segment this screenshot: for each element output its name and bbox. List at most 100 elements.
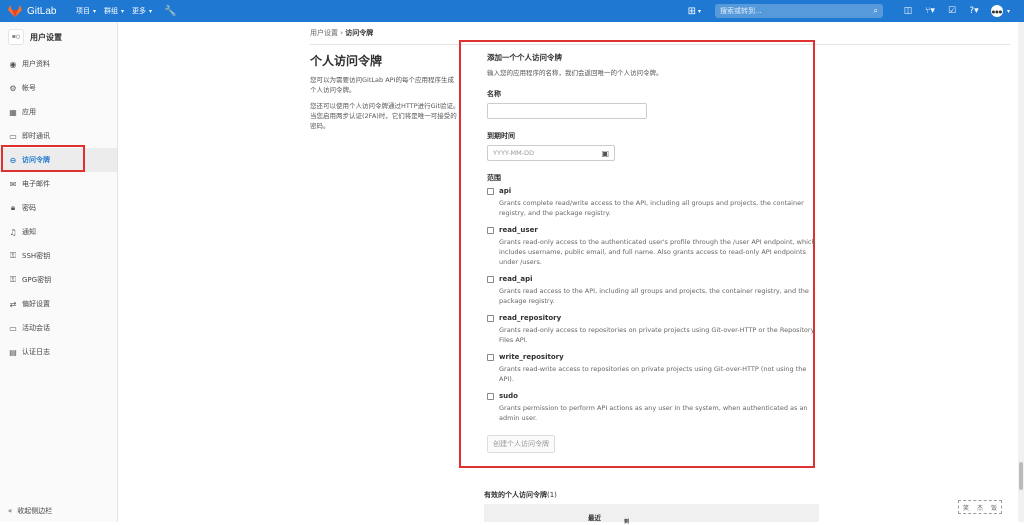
- scopes-label: 范围: [487, 173, 787, 183]
- scope-description: Grants read-only access to the authentic…: [499, 237, 821, 267]
- token-form: 添加一个个人访问令牌 输入您的应用程序的名称，我们会返回唯一的个人访问令牌。 名…: [459, 40, 815, 468]
- chevron-down-icon[interactable]: ▾: [1007, 8, 1010, 15]
- sidebar-item-label: GPG密钥: [22, 275, 51, 285]
- sidebar-item-label: 偏好设置: [22, 299, 50, 309]
- sidebar-item-label: 密码: [22, 203, 36, 213]
- email-icon: ✉: [8, 180, 18, 189]
- expiry-date-input[interactable]: YYYY-MM-DD ▣: [487, 145, 615, 161]
- scope-description: Grants read access to the API, including…: [499, 286, 821, 306]
- sidebar-item-active-sessions[interactable]: ▭ 活动会话: [0, 316, 117, 340]
- search-box[interactable]: ⌕: [715, 4, 883, 18]
- watermark-stamp: 笑 杰 饭: [958, 500, 1002, 514]
- help-icon[interactable]: ?▾: [963, 6, 985, 16]
- sidebar-item-applications[interactable]: ▦应用: [0, 100, 117, 124]
- sidebar-header[interactable]: ≡○ 用户设置: [0, 22, 117, 52]
- plus-icon: ⊞: [688, 6, 696, 17]
- scope-api: api Grants complete read/write access to…: [487, 187, 787, 218]
- calendar-icon[interactable]: ▣: [601, 149, 609, 158]
- scope-read-repository: read_repository Grants read-only access …: [487, 314, 787, 345]
- double-chevron-left-icon: «: [8, 507, 12, 515]
- nav-label: 群组: [104, 6, 118, 16]
- create-token-button[interactable]: 创建个人访问令牌: [487, 435, 555, 453]
- tokens-table-header: 最近 到: [484, 504, 819, 522]
- top-navbar: GitLab 项目▾ 群组▾ 更多▾ 🔧 ⊞▾ ⌕ ◫ ⑂▾ ☑ ?▾ ●●● …: [0, 0, 1024, 22]
- sessions-icon: ▭: [8, 324, 18, 333]
- sidebar-item-ssh-keys[interactable]: ⚿ SSH密钥: [0, 244, 117, 268]
- sidebar-item-label: 用户资料: [22, 59, 50, 69]
- sidebar-item-label: SSH密钥: [22, 251, 50, 261]
- sidebar-item-password[interactable]: 🔒︎密码: [0, 196, 117, 220]
- page-scrollbar[interactable]: [1018, 22, 1024, 522]
- admin-wrench-icon[interactable]: 🔧: [164, 6, 176, 17]
- key-icon: ⚿: [8, 251, 18, 261]
- scrollbar-thumb[interactable]: [1019, 462, 1023, 490]
- scope-description: Grants read-only access to repositories …: [499, 325, 821, 345]
- nav-projects[interactable]: 项目▾: [76, 6, 96, 16]
- date-placeholder: YYYY-MM-DD: [493, 149, 534, 157]
- chevron-down-icon: ▾: [149, 8, 152, 15]
- scope-write-repository: write_repository Grants read-write acces…: [487, 353, 787, 384]
- gitlab-logo[interactable]: GitLab: [8, 5, 68, 17]
- nav-more[interactable]: 更多▾: [132, 6, 152, 16]
- sidebar-title: 用户设置: [30, 32, 62, 43]
- scope-description: Grants complete read/write access to the…: [499, 198, 821, 218]
- sidebar-item-auth-log[interactable]: ▤认证日志: [0, 340, 117, 364]
- chevron-down-icon: ▾: [93, 8, 96, 15]
- scope-name: api: [499, 187, 511, 195]
- scope-description: Grants read-write access to repositories…: [499, 364, 821, 384]
- scope-name: read_user: [499, 226, 538, 234]
- scope-checkbox[interactable]: [487, 354, 494, 361]
- scope-checkbox[interactable]: [487, 276, 494, 283]
- expiry-label: 到期时间: [487, 131, 787, 141]
- new-dropdown-button[interactable]: ⊞▾: [688, 6, 701, 17]
- scope-checkbox[interactable]: [487, 315, 494, 322]
- watermark-char: 饭: [991, 503, 997, 512]
- search-icon: ⌕: [874, 6, 878, 16]
- todos-icon[interactable]: ☑: [941, 6, 963, 16]
- watermark-char: 笑: [963, 503, 969, 512]
- page-description-2fa: 您还可以使用个人访问令牌通过HTTP进行Git验证。 当您启用两步认证(2FA)…: [310, 101, 460, 131]
- scope-sudo: sudo Grants permission to perform API ac…: [487, 392, 787, 423]
- sidebar-item-label: 通知: [22, 227, 36, 237]
- page-description: 您可以为需要访问GitLab API的每个应用程序生成个人访问令牌。: [310, 75, 460, 95]
- sidebar-item-account[interactable]: ⚙帐号: [0, 76, 117, 100]
- chevron-down-icon: ▾: [121, 8, 124, 15]
- page-title: 个人访问令牌: [310, 52, 460, 69]
- active-tokens-label: 有效的个人访问令牌: [484, 491, 547, 499]
- breadcrumb: 用户设置 › 访问令牌: [310, 28, 373, 38]
- main-content: 用户设置 › 访问令牌 个人访问令牌 您可以为需要访问GitLab API的每个…: [118, 22, 1024, 522]
- form-title: 添加一个个人访问令牌: [487, 52, 787, 63]
- nav-groups[interactable]: 群组▾: [104, 6, 124, 16]
- scope-read-api: read_api Grants read access to the API, …: [487, 275, 787, 306]
- token-name-input[interactable]: [487, 103, 647, 119]
- sidebar-item-notifications[interactable]: ♫ 通知: [0, 220, 117, 244]
- search-input[interactable]: [720, 7, 860, 15]
- sidebar-item-preferences[interactable]: ⇄ 偏好设置: [0, 292, 117, 316]
- merge-requests-icon[interactable]: ⑂▾: [919, 6, 941, 16]
- avatar[interactable]: ●●●: [991, 5, 1003, 17]
- sidebar-item-label: 电子邮件: [22, 179, 50, 189]
- breadcrumb-parent[interactable]: 用户设置: [310, 29, 338, 37]
- nav-label: 更多: [132, 6, 146, 16]
- collapse-label: 收起侧边栏: [17, 506, 52, 516]
- sidebar-item-profile[interactable]: ◉用户资料: [0, 52, 117, 76]
- sidebar-item-label: 应用: [22, 107, 36, 117]
- sidebar-item-emails[interactable]: ✉ 电子邮件: [0, 172, 117, 196]
- sidebar-item-gpg-keys[interactable]: ⚿GPG密钥: [0, 268, 117, 292]
- collapse-sidebar-button[interactable]: « 收起侧边栏: [8, 506, 52, 516]
- settings-sidebar: ≡○ 用户设置 ◉用户资料 ⚙帐号 ▦应用 ▭即时通讯 ⊖访问令牌 ✉电子邮件 …: [0, 22, 118, 522]
- preferences-icon: ⇄: [8, 300, 18, 309]
- scope-name: read_api: [499, 275, 533, 283]
- form-subtitle: 输入您的应用程序的名称，我们会返回唯一的个人访问令牌。: [487, 67, 787, 77]
- bell-icon: ♫: [8, 228, 18, 237]
- column-header-last-used: 最近: [588, 512, 601, 522]
- scope-checkbox[interactable]: [487, 393, 494, 400]
- scope-checkbox[interactable]: [487, 188, 494, 195]
- sidebar-item-label: 活动会话: [22, 323, 50, 333]
- scope-checkbox[interactable]: [487, 227, 494, 234]
- chat-icon: ▭: [8, 132, 18, 141]
- name-label: 名称: [487, 89, 787, 99]
- watermark-char: 杰: [977, 503, 983, 512]
- issues-icon[interactable]: ◫: [897, 6, 919, 16]
- scope-name: sudo: [499, 392, 518, 400]
